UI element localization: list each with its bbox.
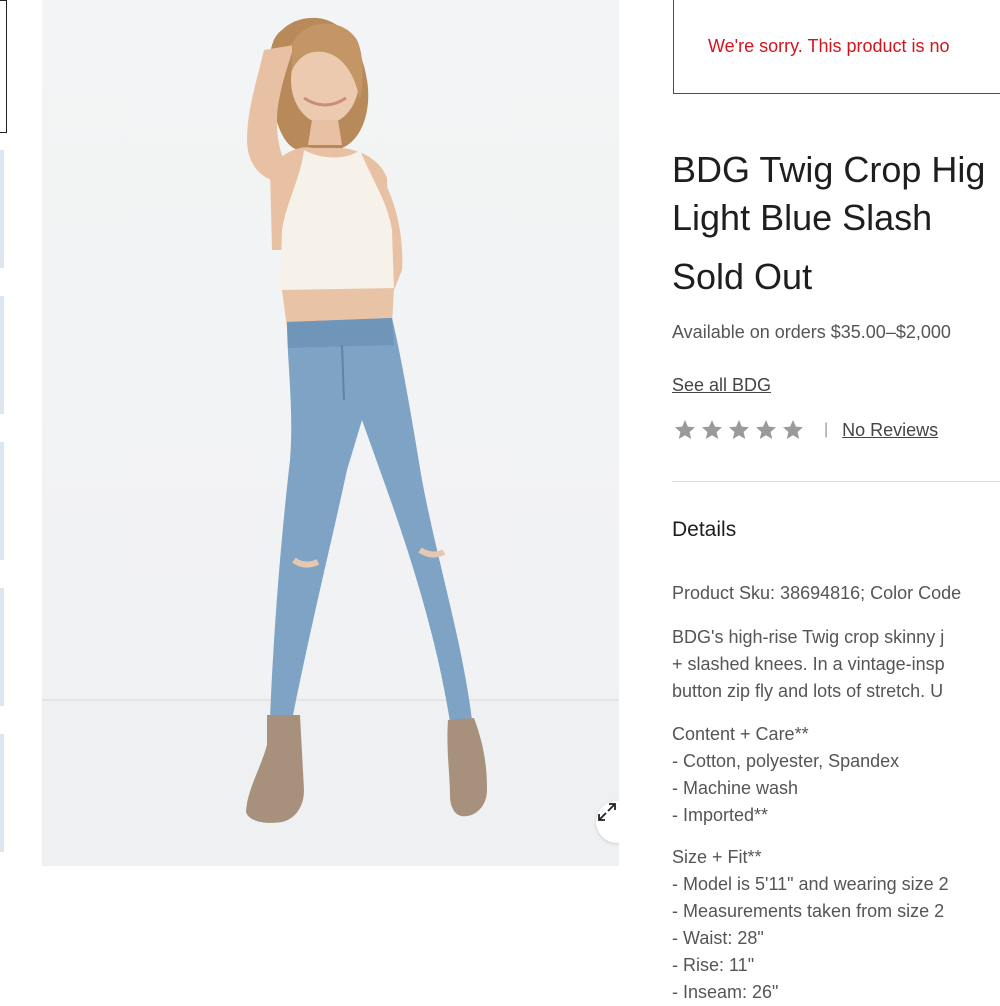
thumbnail-strip [0, 0, 8, 1000]
star-icon [702, 420, 722, 439]
unavailable-notice: We're sorry. This product is no [673, 0, 1000, 94]
size-fit-item: - Waist: 28" [672, 928, 764, 948]
rating-row: | No Reviews [672, 414, 938, 446]
content-care-section: Content + Care** - Cotton, polyester, Sp… [672, 721, 1000, 829]
rating-separator: | [824, 421, 829, 438]
star-rating [672, 418, 806, 442]
star-icon [756, 420, 776, 439]
product-title-line-2: Light Blue Slash [672, 197, 933, 238]
size-fit-section: Size + Fit** - Model is 5'11" and wearin… [672, 844, 1000, 1006]
thumbnail-1[interactable] [0, 0, 7, 133]
size-fit-item: - Inseam: 26" [672, 982, 779, 1002]
star-icon [783, 420, 803, 439]
star-icon [675, 420, 695, 439]
size-fit-item: - Rise: 11" [672, 955, 755, 975]
product-description: BDG's high-rise Twig crop skinny j + sla… [672, 624, 1000, 705]
thumbnail-4[interactable] [0, 442, 4, 560]
expand-arrows-icon [598, 803, 616, 821]
content-care-item: - Imported** [672, 805, 769, 825]
thumbnail-2[interactable] [0, 150, 4, 268]
notice-text: We're sorry. This product is no [708, 36, 950, 56]
thumbnail-5[interactable] [0, 588, 4, 706]
product-sku: Product Sku: 38694816; Color Code [672, 583, 962, 603]
thumbnail-3[interactable] [0, 296, 4, 414]
reviews-link[interactable]: No Reviews [842, 420, 938, 441]
availability-text: Available on orders $35.00–$2,000 [672, 322, 951, 342]
description-line: BDG's high-rise Twig crop skinny j [672, 627, 945, 647]
content-care-heading: Content + Care** [672, 724, 809, 744]
product-title-line-1: BDG Twig Crop Hig [672, 149, 986, 190]
content-care-item: - Machine wash [672, 778, 799, 798]
size-fit-item: - Measurements taken from size 2 [672, 901, 945, 921]
product-title: BDG Twig Crop Hig Light Blue Slash [672, 146, 1000, 242]
see-all-brand-link[interactable]: See all BDG [672, 375, 771, 396]
description-line: button zip fly and lots of stretch. U [672, 681, 944, 701]
thumbnail-6[interactable] [0, 734, 4, 852]
model-illustration [42, 17, 619, 866]
description-line: + slashed knees. In a vintage-insp [672, 654, 945, 674]
size-fit-item: - Model is 5'11" and wearing size 2 [672, 874, 949, 894]
content-care-item: - Cotton, polyester, Spandex [672, 751, 900, 771]
details-heading: Details [672, 518, 737, 541]
product-main-image[interactable] [42, 0, 619, 866]
size-fit-heading: Size + Fit** [672, 847, 762, 867]
section-divider [672, 481, 1000, 482]
stock-status: Sold Out [672, 256, 813, 297]
star-icon [729, 420, 749, 439]
